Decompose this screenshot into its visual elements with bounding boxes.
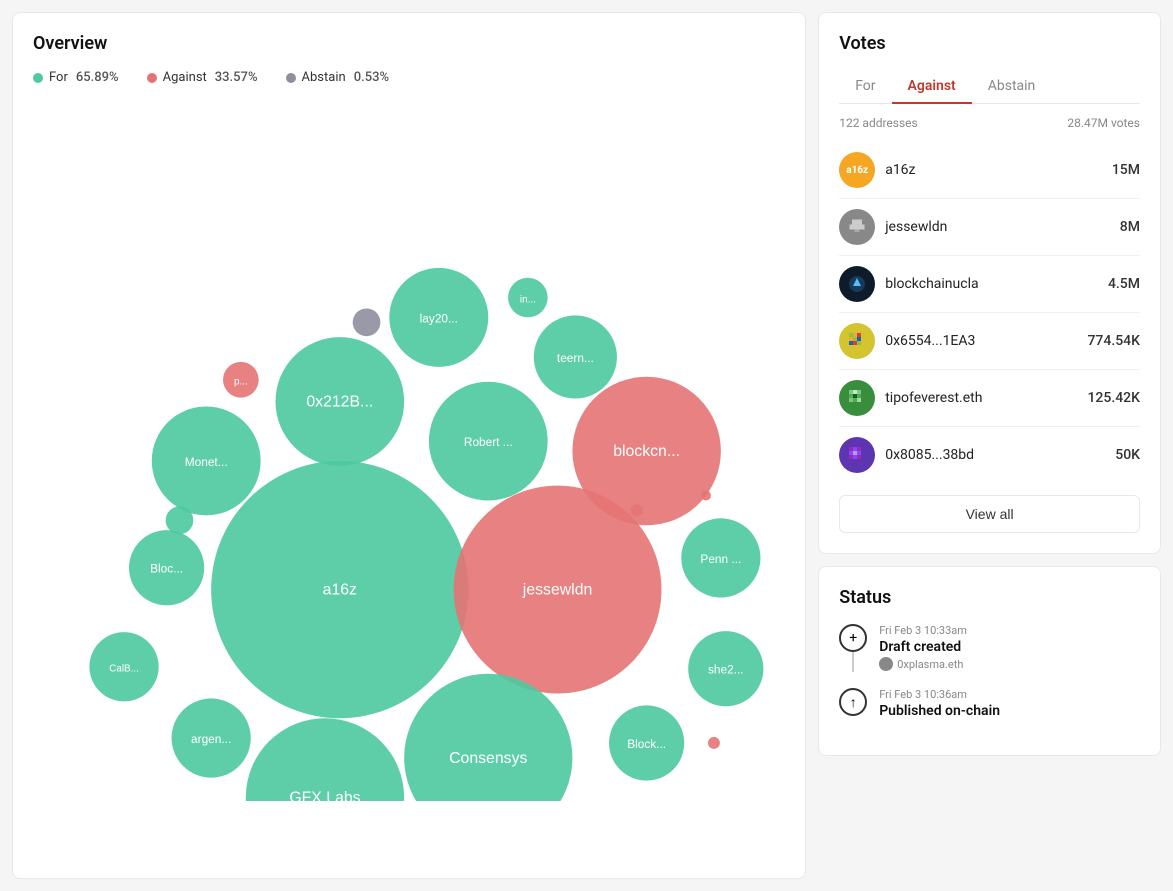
legend: For 65.89% Against 33.57% Abstain 0.53% [33, 70, 785, 85]
legend-pct: 65.89% [76, 70, 119, 85]
svg-text:she2...: she2... [708, 663, 744, 677]
svg-text:Consensys: Consensys [449, 750, 527, 767]
overview-panel: Overview For 65.89% Against 33.57% Absta… [12, 12, 806, 879]
svg-text:teern...: teern... [557, 351, 594, 365]
vote-row: 0x8085...38bd50K [839, 427, 1140, 483]
status-line [852, 652, 854, 672]
legend-item: For 65.89% [33, 70, 119, 85]
legend-label: For [49, 70, 68, 85]
svg-text:GFX Labs: GFX Labs [289, 789, 360, 801]
tab-for[interactable]: For [839, 70, 891, 104]
status-icon: + [839, 624, 867, 652]
vote-row: 0x6554...1EA3774.54K [839, 313, 1140, 370]
vote-name: a16z [885, 162, 1112, 178]
status-date: Fri Feb 3 10:36am [879, 688, 1140, 701]
overview-title: Overview [33, 33, 785, 54]
tab-against[interactable]: Against [892, 70, 972, 104]
svg-text:argen...: argen... [191, 732, 231, 746]
legend-dot [286, 73, 296, 83]
status-sub: 0xplasma.eth [879, 657, 1140, 671]
bubble-svg: a16z jessewldn Consensys GFX Labs blockcn...… [33, 101, 785, 801]
svg-text:Block...: Block... [627, 737, 666, 751]
status-event: Draft created [879, 639, 1140, 655]
legend-label: Abstain [302, 70, 346, 85]
svg-text:Robert ...: Robert ... [464, 435, 513, 449]
legend-pct: 33.57% [215, 70, 258, 85]
votes-card: Votes For Against Abstain 122 addresses … [818, 12, 1161, 554]
vote-avatar [839, 380, 875, 416]
vote-name: 0x6554...1EA3 [885, 333, 1087, 349]
svg-text:in...: in... [520, 295, 536, 306]
vote-avatar: a16z [839, 152, 875, 188]
vote-avatar [839, 323, 875, 359]
svg-text:p...: p... [234, 377, 248, 388]
vote-avatar [839, 437, 875, 473]
vote-rows: a16za16z15Mjessewldn8Mblockchainucla4.5M… [839, 142, 1140, 483]
vote-row: a16za16z15M [839, 142, 1140, 199]
status-icon: ↑ [839, 688, 867, 716]
votes-addresses: 122 addresses [839, 116, 918, 130]
status-icon-col: + [839, 624, 867, 672]
vote-amount: 4.5M [1108, 276, 1140, 292]
vote-row: jessewldn8M [839, 199, 1140, 256]
status-timeline: + Fri Feb 3 10:33am Draft created 0xplasma.… [839, 624, 1140, 735]
legend-item: Abstain 0.53% [286, 70, 390, 85]
svg-text:0x212B...: 0x212B... [306, 393, 373, 410]
vote-avatar [839, 266, 875, 302]
status-icon-col: ↑ [839, 688, 867, 719]
vote-amount: 15M [1112, 162, 1140, 178]
svg-text:Bloc...: Bloc... [150, 562, 183, 576]
vote-amount: 774.54K [1087, 333, 1140, 349]
svg-text:CalB...: CalB... [109, 664, 139, 675]
vote-amount: 8M [1120, 219, 1140, 235]
legend-dot [33, 73, 43, 83]
legend-label: Against [163, 70, 207, 85]
status-card: Status + Fri Feb 3 10:33am Draft created 0x… [818, 566, 1161, 756]
status-content: Fri Feb 3 10:33am Draft created 0xplasma.e… [879, 624, 1140, 672]
votes-meta: 122 addresses 28.47M votes [839, 116, 1140, 130]
legend-pct: 0.53% [354, 70, 389, 85]
svg-text:Monet...: Monet... [185, 455, 228, 469]
legend-dot [147, 73, 157, 83]
view-all-button[interactable]: View all [839, 495, 1140, 533]
bubble-chart: a16z jessewldn Consensys GFX Labs blockcn...… [33, 101, 785, 801]
vote-name: jessewldn [885, 219, 1120, 235]
svg-text:a16z: a16z [323, 582, 357, 599]
status-sub-avatar [879, 657, 893, 671]
vote-row: tipofeverest.eth125.42K [839, 370, 1140, 427]
status-content: Fri Feb 3 10:36am Published on-chain [879, 688, 1140, 719]
right-panel: Votes For Against Abstain 122 addresses … [818, 12, 1161, 879]
svg-text:lay20...: lay20... [420, 311, 458, 325]
status-event: Published on-chain [879, 703, 1140, 719]
vote-avatar [839, 209, 875, 245]
vote-amount: 125.42K [1087, 390, 1140, 406]
vote-name: 0x8085...38bd [885, 447, 1115, 463]
tab-abstain[interactable]: Abstain [972, 70, 1052, 104]
legend-item: Against 33.57% [147, 70, 258, 85]
votes-tabs: For Against Abstain [839, 70, 1140, 104]
svg-text:jessewldn: jessewldn [522, 582, 593, 599]
svg-text:blockcn...: blockcn... [613, 443, 680, 460]
status-title: Status [839, 587, 1140, 608]
status-item: + Fri Feb 3 10:33am Draft created 0xplasma.… [839, 624, 1140, 688]
vote-row: blockchainucla4.5M [839, 256, 1140, 313]
vote-amount: 50K [1115, 447, 1140, 463]
status-date: Fri Feb 3 10:33am [879, 624, 1140, 637]
votes-title: Votes [839, 33, 1140, 54]
vote-name: blockchainucla [885, 276, 1108, 292]
vote-name: tipofeverest.eth [885, 390, 1087, 406]
status-item: ↑ Fri Feb 3 10:36am Published on-chain [839, 688, 1140, 735]
svg-text:Penn ...: Penn ... [700, 552, 741, 566]
votes-count: 28.47M votes [1067, 116, 1140, 130]
